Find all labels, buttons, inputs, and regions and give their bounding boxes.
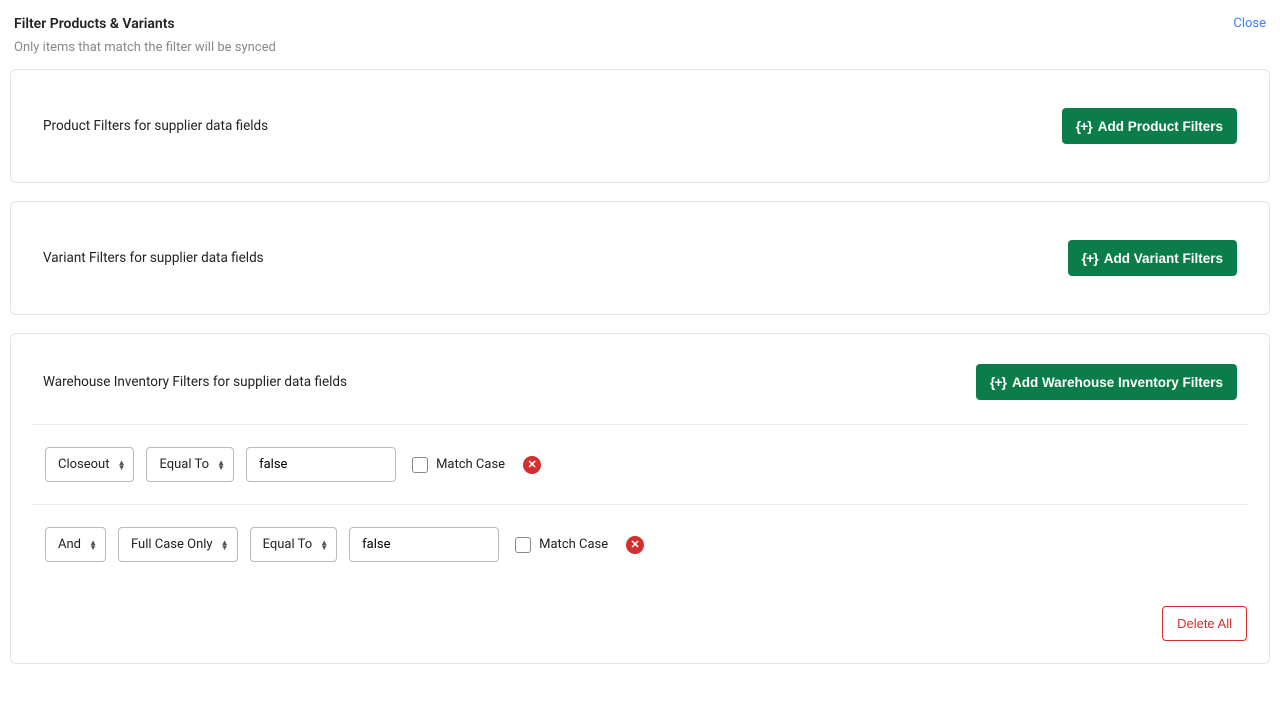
page-subtitle: Only items that match the filter will be… — [10, 34, 1270, 69]
field-select-value: Full Case Only — [131, 537, 213, 552]
checkbox-box-icon — [412, 457, 428, 473]
operator-select[interactable]: Equal To ▲▼ — [250, 527, 338, 562]
match-case-label: Match Case — [539, 537, 608, 552]
add-variant-filters-label: Add Variant Filters — [1104, 251, 1223, 266]
logic-select[interactable]: And ▲▼ — [45, 527, 106, 562]
add-warehouse-filters-button[interactable]: {+} Add Warehouse Inventory Filters — [976, 364, 1237, 400]
sort-icon: ▲▼ — [217, 460, 225, 470]
field-select-value: Closeout — [58, 457, 109, 472]
variant-filters-card: Variant Filters for supplier data fields… — [10, 201, 1270, 315]
sort-icon: ▲▼ — [320, 540, 328, 550]
sort-icon: ▲▼ — [221, 540, 229, 550]
remove-rule-button[interactable]: ✕ — [523, 456, 541, 474]
add-braces-icon: {+} — [1076, 118, 1092, 134]
warehouse-filters-card: Warehouse Inventory Filters for supplier… — [10, 333, 1270, 664]
filter-rule-row: Closeout ▲▼ Equal To ▲▼ Match Case ✕ — [31, 424, 1249, 504]
delete-all-button[interactable]: Delete All — [1162, 606, 1247, 641]
remove-rule-button[interactable]: ✕ — [626, 536, 644, 554]
add-braces-icon: {+} — [1082, 250, 1098, 266]
warehouse-filters-label: Warehouse Inventory Filters for supplier… — [43, 374, 347, 390]
match-case-checkbox[interactable]: Match Case — [515, 537, 608, 553]
sort-icon: ▲▼ — [89, 540, 97, 550]
match-case-label: Match Case — [436, 457, 505, 472]
value-input[interactable] — [349, 527, 499, 562]
variant-filters-label: Variant Filters for supplier data fields — [43, 250, 264, 266]
operator-select-value: Equal To — [159, 457, 209, 472]
field-select[interactable]: Full Case Only ▲▼ — [118, 527, 238, 562]
operator-select[interactable]: Equal To ▲▼ — [146, 447, 234, 482]
close-icon: ✕ — [527, 458, 536, 471]
logic-select-value: And — [58, 537, 81, 552]
product-filters-label: Product Filters for supplier data fields — [43, 118, 268, 134]
add-variant-filters-button[interactable]: {+} Add Variant Filters — [1068, 240, 1237, 276]
close-icon: ✕ — [631, 538, 640, 551]
sort-icon: ▲▼ — [118, 460, 126, 470]
close-link[interactable]: Close — [1233, 16, 1266, 31]
add-warehouse-filters-label: Add Warehouse Inventory Filters — [1012, 375, 1223, 390]
product-filters-card: Product Filters for supplier data fields… — [10, 69, 1270, 183]
add-braces-icon: {+} — [990, 374, 1006, 390]
filter-rule-row: And ▲▼ Full Case Only ▲▼ Equal To ▲▼ Mat… — [31, 504, 1249, 584]
add-product-filters-label: Add Product Filters — [1098, 119, 1223, 134]
checkbox-box-icon — [515, 537, 531, 553]
field-select[interactable]: Closeout ▲▼ — [45, 447, 134, 482]
add-product-filters-button[interactable]: {+} Add Product Filters — [1062, 108, 1237, 144]
page-title: Filter Products & Variants — [14, 16, 175, 32]
operator-select-value: Equal To — [263, 537, 313, 552]
match-case-checkbox[interactable]: Match Case — [412, 457, 505, 473]
value-input[interactable] — [246, 447, 396, 482]
